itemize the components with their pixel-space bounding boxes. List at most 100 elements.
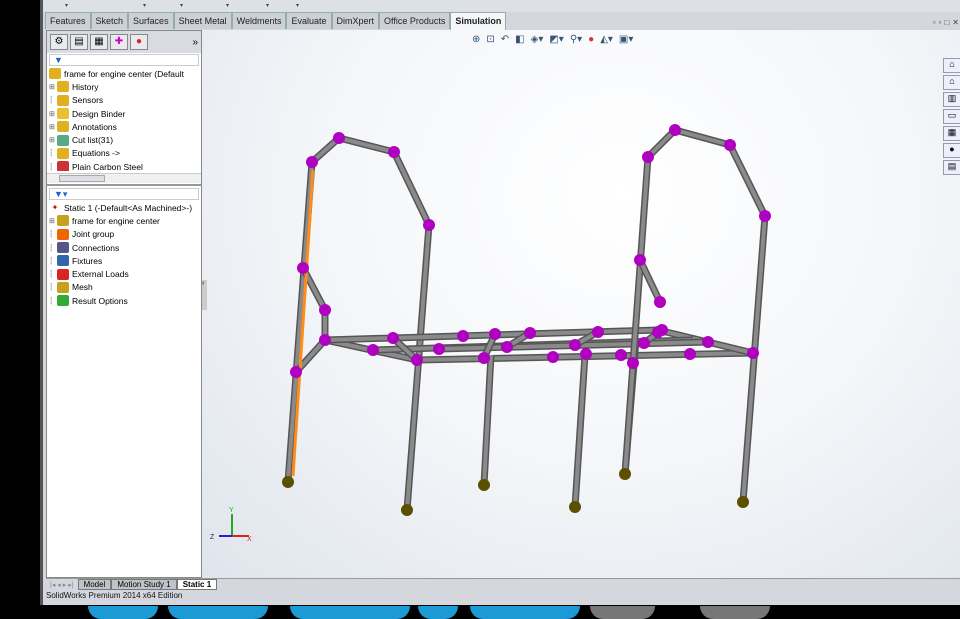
tab-scroll-arrows[interactable]: |◂ ◂ ▸ ▸| xyxy=(46,581,78,589)
beam[interactable] xyxy=(405,224,431,511)
frame-model[interactable] xyxy=(202,30,960,578)
horizontal-scrollbar[interactable] xyxy=(47,173,201,183)
joint-marker[interactable] xyxy=(702,336,714,348)
graphics-area[interactable]: ▫ ▫ □ ✕ ⊕ ⊡ ↶ ◧ ◈▾ ◩▾ ⚲▾ ● ◭▾ ▣▾ ⌂ ⌂ ▥ ▭ ▦ ● ▤ YXZ ‹ xyxy=(202,18,960,578)
tab-evaluate[interactable]: Evaluate xyxy=(286,12,332,29)
joint-marker[interactable] xyxy=(638,337,650,349)
tree-line: ┆ xyxy=(49,297,54,305)
joint-marker[interactable] xyxy=(747,347,759,359)
joint-marker[interactable] xyxy=(524,327,536,339)
tree-item[interactable]: ⊞ Annotations xyxy=(49,120,201,133)
joint-marker[interactable] xyxy=(319,304,331,316)
bottom-tab-model[interactable]: Model xyxy=(77,579,112,590)
fixture-marker[interactable] xyxy=(401,504,413,516)
tree-item[interactable]: ⊞ frame for engine center xyxy=(49,214,201,227)
joint-marker[interactable] xyxy=(297,262,309,274)
joint-marker[interactable] xyxy=(642,151,654,163)
tree-item[interactable]: ┆ Equations -> xyxy=(49,147,201,160)
configuration-manager-icon[interactable]: ▦ xyxy=(90,34,108,50)
joint-marker[interactable] xyxy=(423,219,435,231)
joint-marker[interactable] xyxy=(333,132,345,144)
joint-marker[interactable] xyxy=(489,328,501,340)
tab-simulation[interactable]: Simulation xyxy=(450,12,507,30)
joint-marker[interactable] xyxy=(388,146,400,158)
joint-marker[interactable] xyxy=(724,139,736,151)
tree-item[interactable]: ⊞ History xyxy=(49,80,201,93)
tree-item[interactable]: ┆ Sensors xyxy=(49,94,201,107)
joint-marker[interactable] xyxy=(684,348,696,360)
joint-marker[interactable] xyxy=(319,334,331,346)
filter-icon[interactable]: ▼ xyxy=(49,54,199,66)
tree-root[interactable]: frame for engine center (Default xyxy=(64,69,184,79)
beam[interactable] xyxy=(286,161,314,483)
feature-manager-icon[interactable]: ⚙ xyxy=(50,34,68,50)
joint-marker[interactable] xyxy=(669,124,681,136)
tab-office-products[interactable]: Office Products xyxy=(379,12,451,29)
joint-marker[interactable] xyxy=(387,332,399,344)
tree-item-label: Result Options xyxy=(72,295,128,306)
tree-item[interactable]: ┆ Fixtures xyxy=(49,254,201,267)
joint-marker[interactable] xyxy=(654,296,666,308)
tree-item[interactable]: ┆ Connections xyxy=(49,241,201,254)
joint-marker[interactable] xyxy=(580,348,592,360)
tree-item[interactable]: ⊞ Cut list(31) xyxy=(49,133,201,146)
joint-marker[interactable] xyxy=(290,366,302,378)
tab-features[interactable]: Features xyxy=(45,12,91,29)
joint-marker[interactable] xyxy=(592,326,604,338)
joint-marker[interactable] xyxy=(501,341,513,353)
joint-marker[interactable] xyxy=(547,351,559,363)
joint-marker[interactable] xyxy=(433,343,445,355)
tab-sketch[interactable]: Sketch xyxy=(90,12,129,29)
beam[interactable] xyxy=(338,136,395,154)
expand-icon[interactable]: ⊞ xyxy=(49,83,57,91)
fixture-marker[interactable] xyxy=(478,479,490,491)
tree-item[interactable]: ┆ Plain Carbon Steel xyxy=(49,160,201,171)
joint-marker[interactable] xyxy=(569,339,581,351)
tree-item[interactable]: ┆ Joint group xyxy=(49,228,201,241)
joint-marker[interactable] xyxy=(457,330,469,342)
beam[interactable] xyxy=(741,215,767,503)
beam[interactable] xyxy=(674,128,731,147)
tab-dimxpert[interactable]: DimXpert xyxy=(331,12,380,29)
external-loads-icon xyxy=(57,268,69,280)
beam[interactable] xyxy=(623,156,650,475)
joint-marker[interactable] xyxy=(478,352,490,364)
expand-icon[interactable]: ⊞ xyxy=(49,123,57,131)
expand-chevron-icon[interactable]: » xyxy=(192,37,198,48)
joint-marker[interactable] xyxy=(411,354,423,366)
fixture-marker[interactable] xyxy=(619,468,631,480)
tab-surfaces[interactable]: Surfaces xyxy=(128,12,174,29)
tab-weldments[interactable]: Weldments xyxy=(231,12,287,29)
tree-item[interactable]: ⊞ Design Binder xyxy=(49,107,201,120)
display-manager-icon[interactable]: ● xyxy=(130,34,148,50)
fixture-marker[interactable] xyxy=(282,476,294,488)
study-root[interactable]: Static 1 (-Default<As Machined>-) xyxy=(64,203,192,213)
tree-item[interactable]: ┆ Result Options xyxy=(49,294,201,307)
joint-marker[interactable] xyxy=(615,349,627,361)
tree-item[interactable]: ┆ Mesh xyxy=(49,281,201,294)
joint-marker[interactable] xyxy=(652,326,664,338)
tree-item[interactable]: ┆ External Loads xyxy=(49,267,201,280)
beam[interactable] xyxy=(638,259,662,303)
fixture-marker[interactable] xyxy=(569,501,581,513)
beam[interactable] xyxy=(392,151,431,226)
fixture-marker[interactable] xyxy=(737,496,749,508)
joint-marker[interactable] xyxy=(759,210,771,222)
expand-icon[interactable]: ⊞ xyxy=(49,136,57,144)
tree-item-label: Plain Carbon Steel xyxy=(72,161,143,171)
dimxpert-icon[interactable]: ✚ xyxy=(110,34,128,50)
joint-marker[interactable] xyxy=(306,156,318,168)
expand-icon[interactable]: ⊞ xyxy=(49,217,57,225)
joint-marker[interactable] xyxy=(634,254,646,266)
expand-icon[interactable]: ⊞ xyxy=(49,110,57,118)
joint-marker[interactable] xyxy=(627,357,639,369)
joint-marker[interactable] xyxy=(367,344,379,356)
bottom-tab-motion-study-1[interactable]: Motion Study 1 xyxy=(111,579,177,590)
tab-sheet-metal[interactable]: Sheet Metal xyxy=(173,12,232,29)
beam[interactable] xyxy=(728,144,767,217)
panel-collapse-handle[interactable]: ‹ xyxy=(202,280,207,310)
selected-beam[interactable] xyxy=(291,169,315,477)
bottom-tab-static-1[interactable]: Static 1 xyxy=(176,579,218,590)
property-manager-icon[interactable]: ▤ xyxy=(70,34,88,50)
study-filter-icon[interactable]: ▼▾ xyxy=(49,188,199,200)
